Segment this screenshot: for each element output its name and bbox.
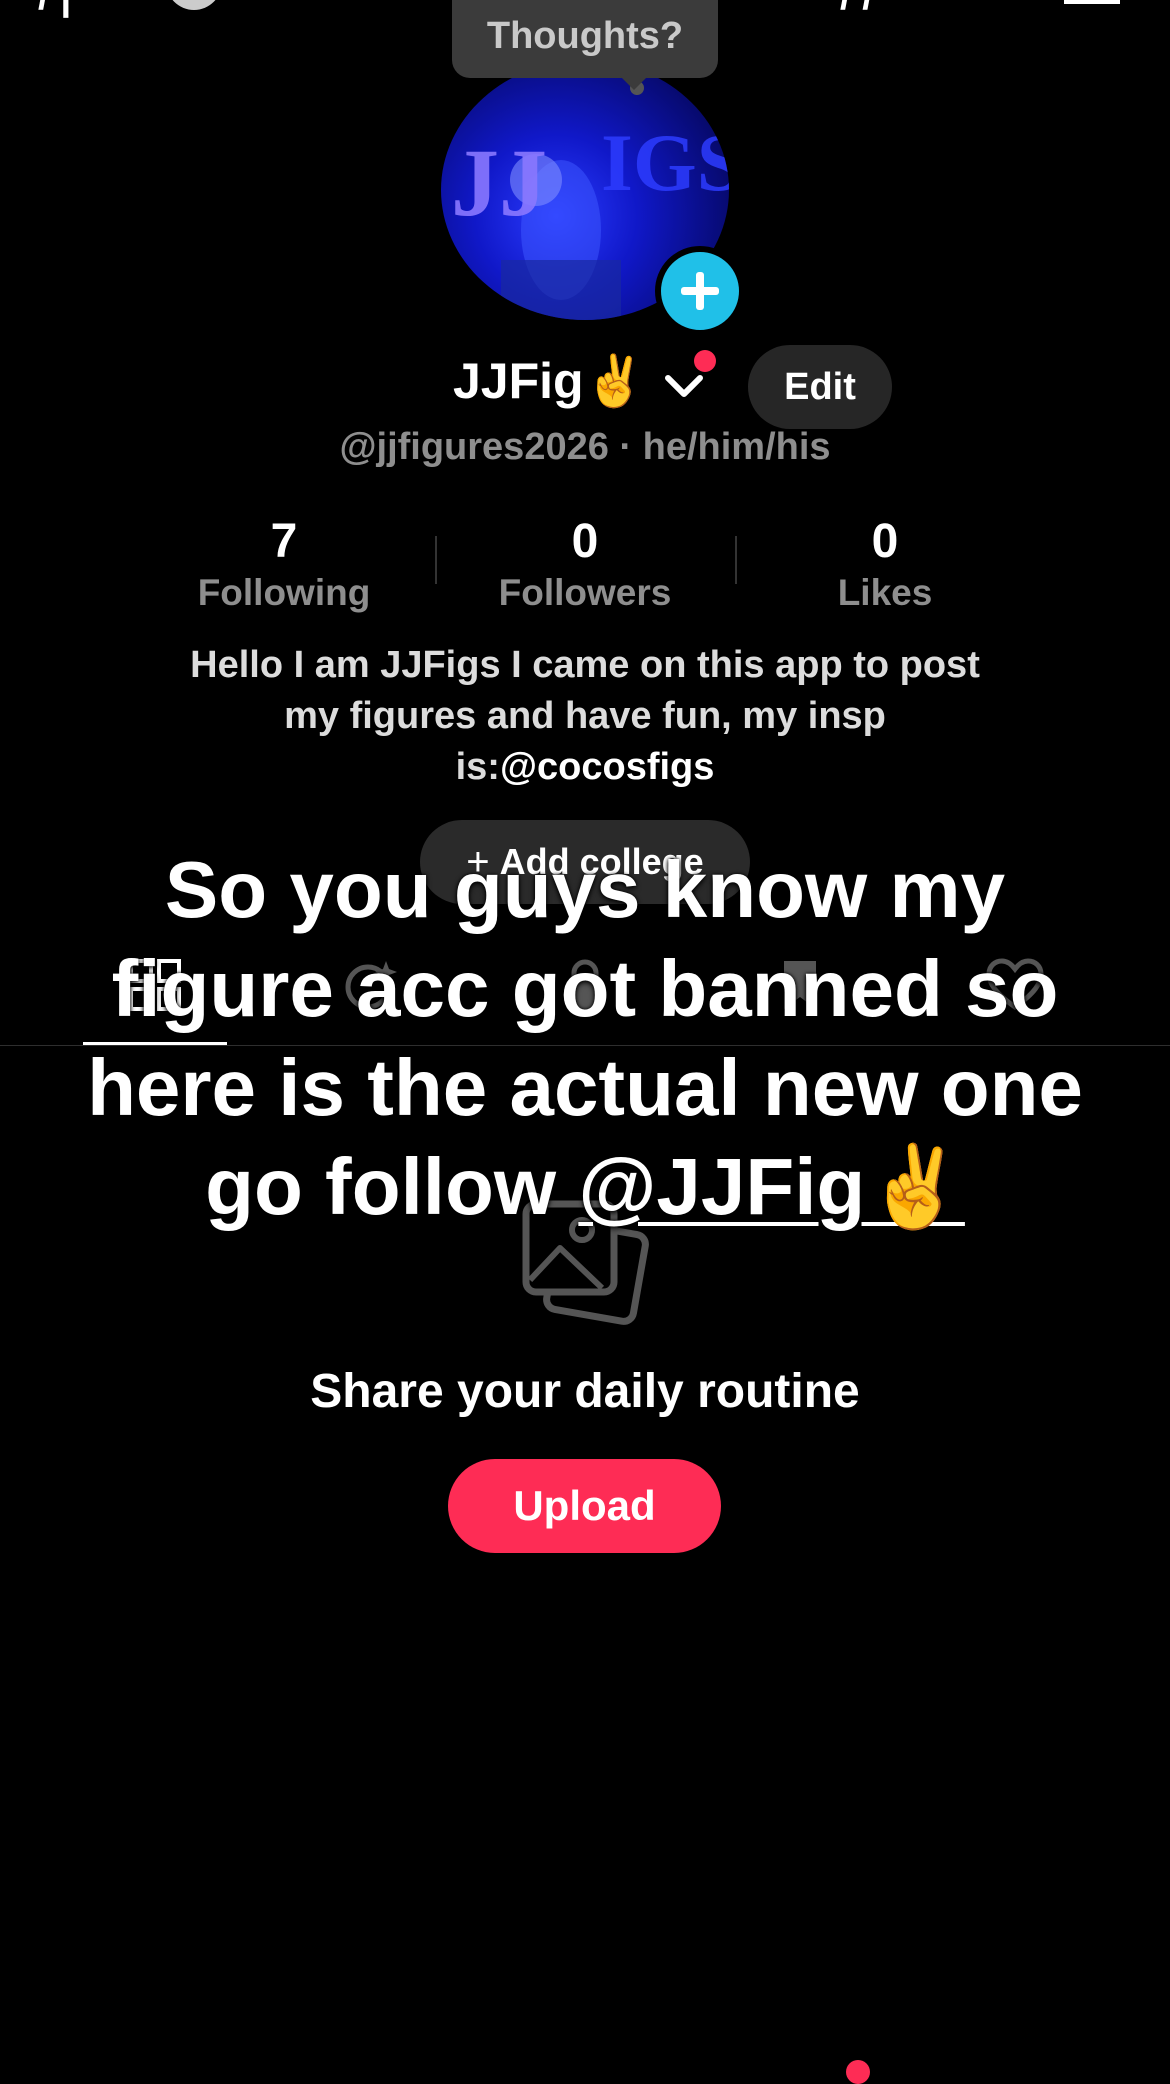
caption-line: figure acc got banned so (111, 944, 1059, 1033)
add-avatar-button[interactable] (655, 246, 745, 336)
svg-text:JJ: JJ (451, 129, 547, 236)
edit-label: Edit (784, 365, 856, 408)
stat-likes[interactable]: 0 Likes (735, 514, 1035, 616)
thoughts-label: Thoughts? (486, 15, 684, 57)
bio-prefix: is: (455, 746, 500, 788)
inbox-notification-dot (846, 2060, 870, 2084)
profile-bio: Hello I am JJFigs I came on this app to … (110, 640, 1060, 793)
upload-label: Upload (513, 1482, 656, 1529)
thoughts-bubble-tail (620, 76, 648, 90)
stat-following-label: Following (197, 572, 371, 613)
menu-icon[interactable] (1064, 0, 1120, 4)
stat-followers-label: Followers (498, 572, 672, 613)
caption-line: go follow @JJFig✌️ (60, 1137, 1110, 1236)
caption-line: here is the actual new one (87, 1043, 1083, 1132)
bio-line: my figures and have fun, my insp (284, 695, 886, 737)
bio-line: is:@cocosfigs (110, 742, 1060, 793)
status-bar-left-glyphs: / | (38, 0, 71, 19)
caption-line: So you guys know my (164, 845, 1006, 934)
svg-text:IGS: IGS (601, 117, 729, 208)
caption-prefix: go follow (205, 1142, 579, 1231)
notification-dot (694, 350, 716, 372)
plus-icon (681, 272, 719, 310)
empty-state-title: Share your daily routine (310, 1365, 860, 1418)
stat-followers-value: 0 (571, 515, 599, 568)
bio-line: Hello I am JJFigs I came on this app to … (190, 644, 980, 686)
upload-button[interactable]: Upload (448, 1459, 721, 1553)
edit-profile-button[interactable]: Edit (748, 345, 892, 429)
stat-likes-value: 0 (871, 515, 899, 568)
caption-mention-link[interactable]: @JJFig✌️ (578, 1142, 965, 1231)
profile-handle: @jjfigures2026 · he/him/his (339, 426, 831, 468)
stat-followers[interactable]: 0 Followers (435, 514, 735, 616)
stat-following[interactable]: 7 Following (134, 514, 434, 616)
profile-name[interactable]: JJFig✌️ (453, 352, 646, 411)
status-bar-right-glyphs: / / (840, 0, 873, 19)
thoughts-bubble[interactable]: Thoughts? (452, 0, 718, 78)
chevron-down-icon[interactable] (662, 370, 706, 400)
stat-likes-label: Likes (837, 572, 933, 613)
overlay-caption: So you guys know my figure acc got banne… (60, 840, 1110, 1236)
avatar-mini-icon[interactable] (166, 0, 222, 10)
bio-mention-link[interactable]: @cocosfigs (500, 746, 714, 788)
stat-following-value: 7 (270, 515, 298, 568)
